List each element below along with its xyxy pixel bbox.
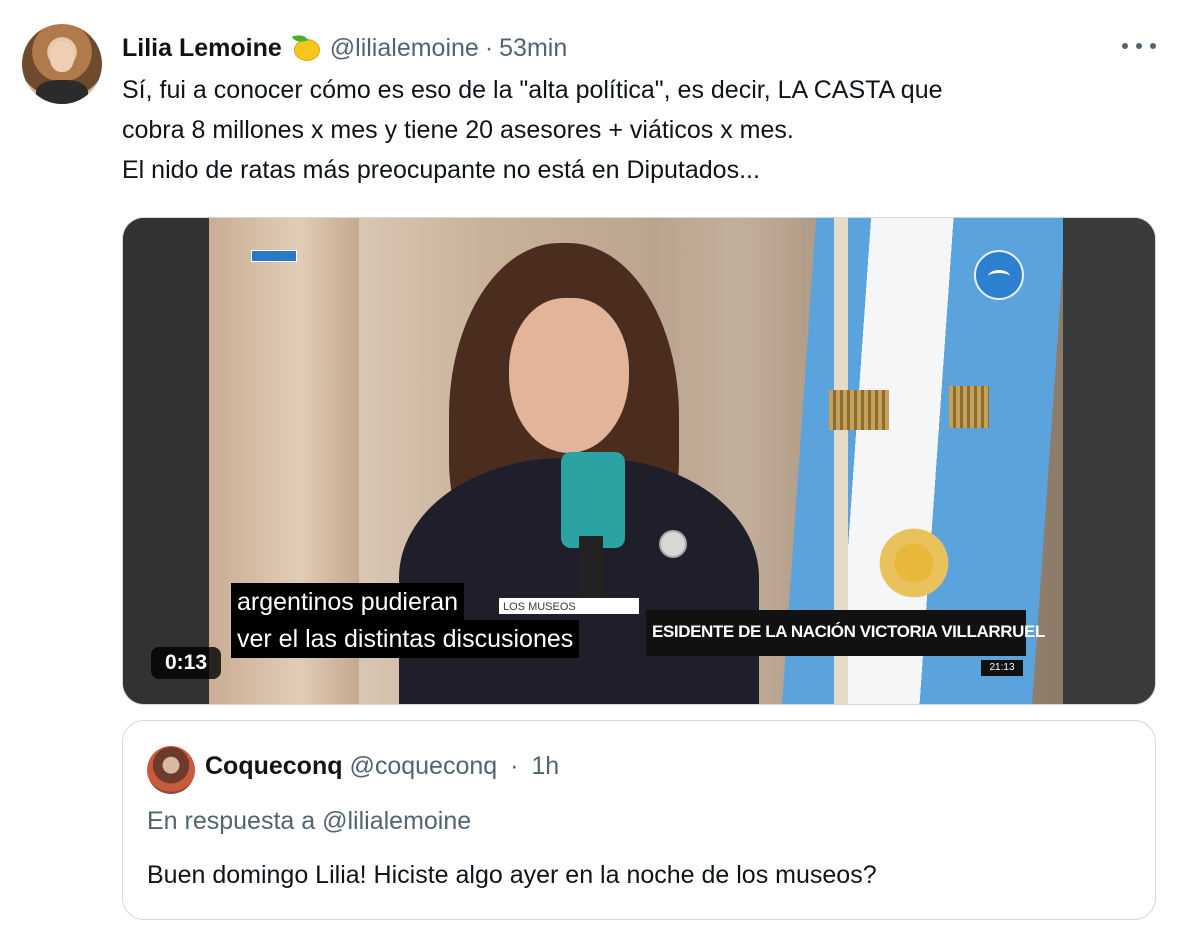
tweet-text-line: El nido de ratas más preocupante no está… bbox=[122, 156, 760, 184]
tweet-timestamp[interactable]: 53min bbox=[499, 34, 567, 63]
video-subtitle-line: argentinos pudieran bbox=[231, 583, 464, 621]
quoted-author-display-name[interactable]: Coqueconq bbox=[205, 752, 343, 780]
more-options-icon[interactable] bbox=[1122, 38, 1156, 54]
lower-third-small-text: LOS MUSEOS bbox=[503, 601, 576, 613]
lower-third-small: LOS MUSEOS bbox=[499, 598, 639, 614]
lemon-icon bbox=[291, 31, 322, 63]
tweet-text: Sí, fui a conocer cómo es eso de la "alt… bbox=[122, 70, 1152, 190]
author-display-name[interactable]: Lilia Lemoine bbox=[122, 34, 282, 63]
video-player[interactable]: LOS MUSEOS ESIDENTE DE LA NACIÓN VICTORI… bbox=[122, 217, 1156, 705]
flag-sun-icon bbox=[859, 523, 969, 603]
microphone-icon bbox=[561, 452, 625, 548]
tweet-text-line: cobra 8 millones x mes y tiene 20 asesor… bbox=[122, 116, 794, 144]
avatar-body bbox=[36, 80, 88, 104]
flag-fringe bbox=[949, 386, 989, 428]
channel-logo-icon bbox=[974, 250, 1024, 300]
video-duration-badge: 0:13 bbox=[151, 647, 222, 679]
avatar-face bbox=[50, 42, 74, 72]
header-separator: · bbox=[484, 33, 494, 62]
lower-third-text: ESIDENTE DE LA NACIÓN VICTORIA VILLARRUE… bbox=[652, 622, 1045, 641]
lower-third: ESIDENTE DE LA NACIÓN VICTORIA VILLARRUE… bbox=[646, 610, 1045, 656]
tweet-header: Lilia Lemoine @lilialemoine · 53min bbox=[122, 30, 567, 66]
quoted-tweet[interactable]: Coqueconq @coqueconq · 1h En respuesta a… bbox=[122, 720, 1156, 920]
author-handle[interactable]: @lilialemoine bbox=[330, 34, 479, 63]
video-letterbox-right bbox=[1063, 218, 1155, 704]
tweet-text-line: Sí, fui a conocer cómo es eso de la "alt… bbox=[122, 76, 943, 104]
speaker-face bbox=[509, 298, 629, 453]
quoted-tweet-timestamp[interactable]: 1h bbox=[531, 752, 559, 780]
reply-context[interactable]: En respuesta a @lilialemoine bbox=[147, 807, 471, 836]
flag-fringe bbox=[829, 390, 889, 430]
brooch bbox=[659, 530, 687, 558]
quoted-author-avatar[interactable] bbox=[147, 746, 195, 794]
quoted-author-handle[interactable]: @coqueconq bbox=[349, 752, 497, 780]
broadcast-clock: 21:13 bbox=[981, 660, 1023, 676]
video-subtitle-line: ver el las distintas discusiones bbox=[231, 620, 580, 658]
author-avatar[interactable] bbox=[22, 24, 102, 104]
microphone-handle bbox=[579, 536, 603, 606]
quoted-header-separator: · bbox=[510, 752, 519, 780]
quoted-tweet-header: Coqueconq @coqueconq · 1h bbox=[205, 752, 559, 781]
video-letterbox-left bbox=[123, 218, 209, 704]
quoted-tweet-text: Buen domingo Lilia! Hiciste algo ayer en… bbox=[147, 861, 877, 889]
network-tag bbox=[251, 250, 297, 262]
